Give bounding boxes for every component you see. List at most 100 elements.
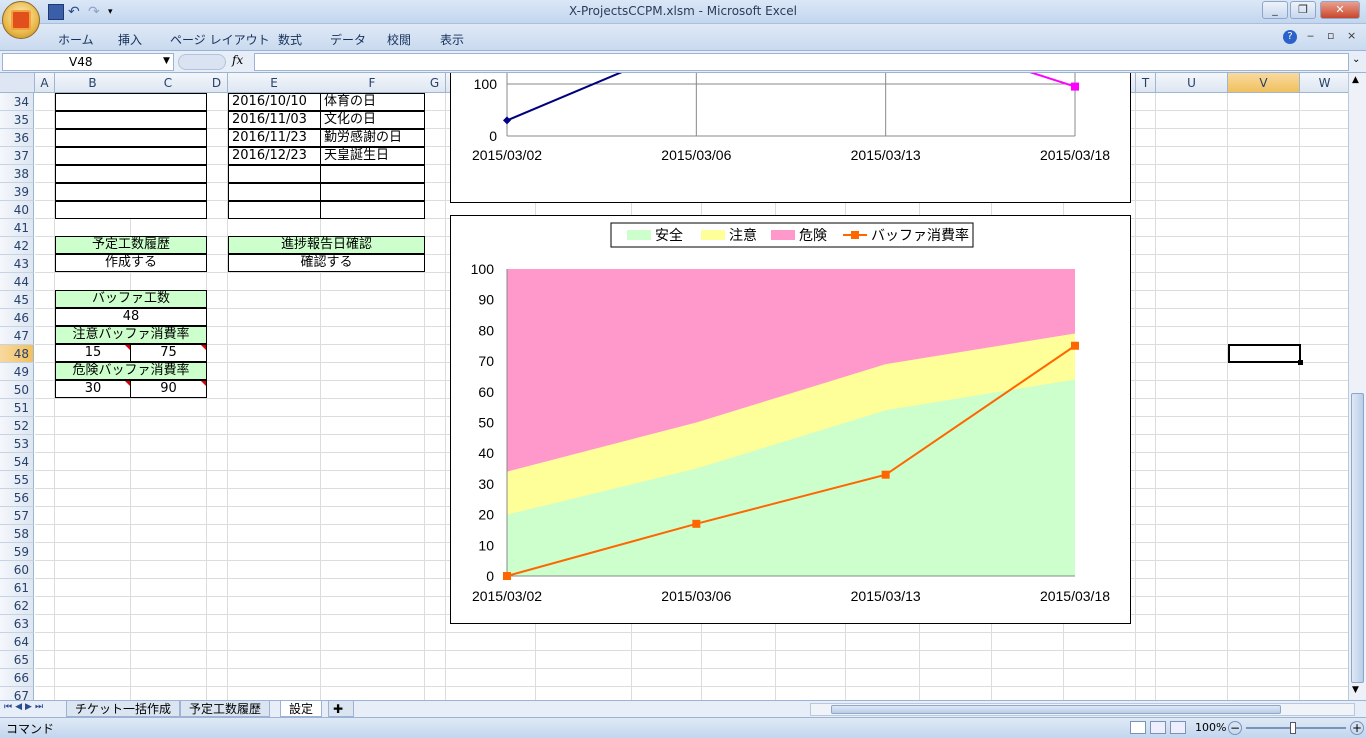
holiday-date-cell[interactable]: 2016/11/23 (228, 129, 321, 147)
formula-input[interactable] (254, 53, 1349, 71)
holiday-date-cell[interactable] (228, 183, 321, 201)
page-layout-view-icon[interactable] (1150, 721, 1166, 734)
horizontal-scrollbar[interactable] (810, 703, 1355, 716)
row-header[interactable]: 36 (0, 129, 34, 147)
row-header[interactable]: 46 (0, 309, 34, 327)
row-header[interactable]: 52 (0, 417, 34, 435)
help-icon[interactable]: ? (1283, 30, 1297, 44)
name-box[interactable]: V48 ▼ (2, 53, 174, 71)
insert-sheet-icon[interactable]: ✚ (328, 701, 354, 717)
row-header[interactable]: 43 (0, 255, 34, 273)
office-button[interactable] (2, 1, 40, 39)
worksheet-grid[interactable]: ABCDEFGKLMNOPQRSTUVW 3435363738394041424… (0, 73, 1348, 700)
buffer-value-cell[interactable]: 48 (55, 308, 207, 326)
tab-page-layout[interactable]: ページ レイアウト (170, 31, 270, 48)
buffer-chart[interactable]: 安全 注意 危険 バッファ消費率 0 10 20 30 40 50 60 70 80 90 100 2015/… (450, 215, 1131, 624)
row-header[interactable]: 45 (0, 291, 34, 309)
select-all-corner[interactable] (0, 73, 35, 93)
row-header[interactable]: 50 (0, 381, 34, 399)
restore-button[interactable]: ❐ (1290, 1, 1316, 19)
danger-high-cell[interactable]: 90 (130, 380, 207, 398)
top-chart[interactable]: 0 100 2015/03/02 2015/03/06 2015/03/13 2015/0… (450, 73, 1131, 203)
undo-icon[interactable]: ↶ (68, 4, 84, 20)
row-header[interactable]: 40 (0, 201, 34, 219)
row-header[interactable]: 35 (0, 111, 34, 129)
column-header[interactable]: T (1136, 73, 1156, 93)
holiday-date-cell[interactable]: 2016/12/23 (228, 147, 321, 165)
column-header[interactable]: C (130, 73, 207, 93)
holiday-name-cell[interactable]: 勤労感謝の日 (320, 129, 425, 147)
column-header[interactable]: D (206, 73, 228, 93)
holiday-name-cell[interactable] (320, 165, 425, 183)
zoom-slider[interactable] (1246, 727, 1346, 729)
holiday-date-cell[interactable] (228, 165, 321, 183)
zoom-in-icon[interactable]: + (1350, 721, 1364, 735)
horizontal-scroll-thumb[interactable] (831, 705, 1281, 714)
row-header[interactable]: 49 (0, 363, 34, 381)
vertical-scrollbar[interactable]: ▲ ▼ (1348, 73, 1366, 700)
column-header[interactable]: G (424, 73, 446, 93)
row-header[interactable]: 65 (0, 651, 34, 669)
column-header[interactable]: V (1228, 73, 1300, 93)
column-header[interactable]: A (35, 73, 55, 93)
ribbon-close-icon[interactable]: × (1347, 29, 1356, 42)
holiday-date-cell[interactable]: 2016/11/03 (228, 111, 321, 129)
table-cell[interactable] (55, 111, 207, 129)
save-icon[interactable] (48, 4, 64, 20)
zoom-out-icon[interactable]: − (1228, 721, 1242, 735)
row-header[interactable]: 38 (0, 165, 34, 183)
zoom-slider-thumb[interactable] (1290, 722, 1296, 734)
row-header[interactable]: 59 (0, 543, 34, 561)
row-header[interactable]: 64 (0, 633, 34, 651)
minimize-button[interactable]: _ (1262, 1, 1288, 19)
tab-formulas[interactable]: 数式 (278, 31, 302, 48)
holiday-name-cell[interactable] (320, 201, 425, 219)
row-header[interactable]: 34 (0, 93, 34, 111)
column-header[interactable]: U (1156, 73, 1228, 93)
formula-expand-icon[interactable]: ⌄ (1352, 54, 1360, 65)
row-header[interactable]: 39 (0, 183, 34, 201)
danger-low-cell[interactable]: 30 (55, 380, 131, 398)
column-header[interactable]: B (55, 73, 131, 93)
column-header[interactable]: E (228, 73, 321, 93)
holiday-date-cell[interactable] (228, 201, 321, 219)
table-cell[interactable] (55, 129, 207, 147)
selected-cell[interactable] (1228, 344, 1303, 365)
holiday-name-cell[interactable]: 体育の日 (320, 93, 425, 111)
holiday-date-cell[interactable]: 2016/10/10 (228, 93, 321, 111)
row-header[interactable]: 55 (0, 471, 34, 489)
ribbon-restore-icon[interactable]: ▫ (1327, 29, 1334, 42)
scroll-down-icon[interactable]: ▼ (1352, 685, 1359, 695)
vertical-scroll-thumb[interactable] (1351, 393, 1364, 683)
fx-icon[interactable]: fx (232, 53, 243, 67)
table-cell[interactable] (55, 93, 207, 111)
ribbon-minimize-icon[interactable]: ‒ (1307, 29, 1314, 42)
name-box-dropdown-icon[interactable]: ▼ (163, 56, 170, 66)
row-header[interactable]: 67 (0, 687, 34, 700)
sheet-nav-icons[interactable]: ⏮◀▶⏭ (4, 702, 46, 712)
row-header[interactable]: 56 (0, 489, 34, 507)
row-header[interactable]: 53 (0, 435, 34, 453)
table-cell[interactable] (55, 165, 207, 183)
row-header[interactable]: 66 (0, 669, 34, 687)
tab-view[interactable]: 表示 (440, 31, 464, 48)
holiday-name-cell[interactable] (320, 183, 425, 201)
table-cell[interactable] (55, 147, 207, 165)
row-header[interactable]: 58 (0, 525, 34, 543)
page-break-view-icon[interactable] (1170, 721, 1186, 734)
row-header[interactable]: 51 (0, 399, 34, 417)
caution-high-cell[interactable]: 75 (130, 344, 207, 362)
column-header[interactable]: W (1300, 73, 1348, 93)
sheet-tab[interactable]: 予定工数履歴 (180, 701, 271, 717)
formula-bar-expander[interactable] (178, 54, 226, 70)
normal-view-icon[interactable] (1130, 721, 1146, 734)
confirm-progress-button[interactable]: 確認する (228, 254, 425, 272)
row-header[interactable]: 63 (0, 615, 34, 633)
row-header[interactable]: 54 (0, 453, 34, 471)
table-cell[interactable] (55, 183, 207, 201)
row-header[interactable]: 57 (0, 507, 34, 525)
row-header[interactable]: 37 (0, 147, 34, 165)
row-header[interactable]: 41 (0, 219, 34, 237)
holiday-name-cell[interactable]: 文化の日 (320, 111, 425, 129)
column-header[interactable]: F (320, 73, 425, 93)
